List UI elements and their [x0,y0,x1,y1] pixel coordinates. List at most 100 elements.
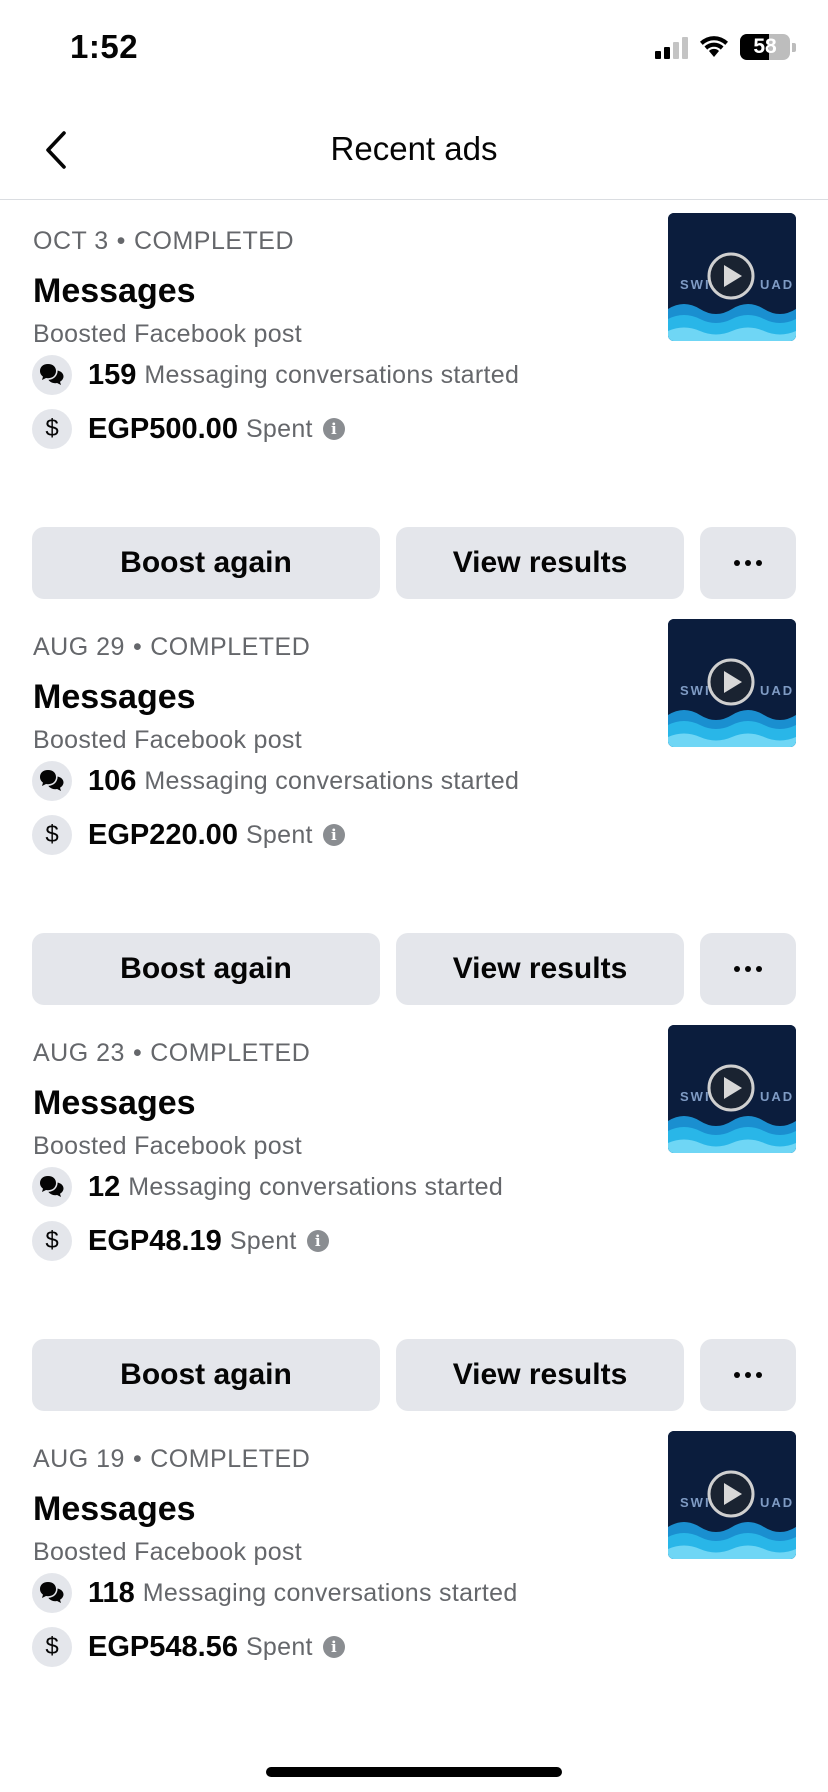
ad-actions: Boost again View results [32,1339,796,1411]
ad-card[interactable]: AUG 19 • COMPLETED Messages Boosted Facebo… [32,1411,796,1745]
info-icon[interactable]: i [322,1636,345,1658]
separator-dot: • [132,1445,143,1473]
view-results-button[interactable]: View results [396,527,684,599]
spent-label: Spent [245,414,313,443]
ad-subtitle: Boosted Facebook post [33,726,302,754]
conversations-label: Messaging conversations started [144,766,520,795]
ad-title: Messages [33,272,196,310]
battery-nub [792,42,796,52]
ad-subtitle: Boosted Facebook post [33,1538,302,1566]
ad-date: AUG 19 [33,1445,125,1473]
conversations-label: Messaging conversations started [128,1172,504,1201]
view-results-button[interactable]: View results [396,933,684,1005]
ad-thumbnail[interactable]: SWI UAD [668,1025,796,1153]
ad-thumbnail[interactable]: SWI UAD [668,213,796,341]
conversations-count: 106 [88,764,137,797]
more-dots-icon [734,1372,762,1378]
svg-text:UAD: UAD [760,277,794,292]
svg-text:SWI: SWI [680,1495,711,1510]
spent-label: Spent [229,1226,297,1255]
ads-list[interactable]: Boost again View results OCT 3•COMPLETED… [0,201,828,1792]
ad-title: Messages [33,1490,196,1528]
conversations-stat: 118 Messaging conversations started [32,1573,518,1613]
separator-dot: • [132,633,143,661]
home-indicator[interactable] [266,1767,562,1777]
ad-meta: OCT 3 • COMPLETED [33,227,294,256]
spent-stat: $ EGP48.19 Spent i [32,1221,329,1261]
ad-card[interactable]: AUG 29 • COMPLETED Messages Boosted Facebo… [32,599,796,933]
svg-text:UAD: UAD [760,1495,794,1510]
ad-thumbnail[interactable]: SWI UAD [668,619,796,747]
battery-level: 58 [753,35,777,58]
ad-title: Messages [33,1084,196,1122]
spent-amount: EGP48.19 [88,1224,222,1257]
boost-again-button[interactable]: Boost again [32,527,380,599]
info-icon[interactable]: i [322,824,345,846]
svg-text:SWI: SWI [680,1089,711,1104]
more-options-button[interactable] [700,527,796,599]
conversations-stat: 12 Messaging conversations started [32,1167,503,1207]
more-options-button[interactable] [700,1339,796,1411]
status-bar: 1:52 58 [0,0,828,100]
spent-label: Spent [245,820,313,849]
conversations-stat: 159 Messaging conversations started [32,355,519,395]
svg-text:SWI: SWI [680,277,711,292]
ad-meta: AUG 29 • COMPLETED [33,633,310,662]
separator-dot: • [132,1039,143,1067]
more-dots-icon [734,560,762,566]
more-options-button[interactable] [700,933,796,1005]
ad-thumbnail[interactable]: SWI UAD [668,1431,796,1559]
spent-amount: EGP548.56 [88,1630,238,1663]
svg-text:UAD: UAD [760,683,794,698]
conversations-count: 12 [88,1170,121,1203]
conversations-count: 159 [88,358,137,391]
svg-text:SWI: SWI [680,683,711,698]
status-icons: 58 [655,34,796,60]
more-dots-icon [734,966,762,972]
boost-again-button[interactable]: Boost again [32,1339,380,1411]
spent-amount: EGP500.00 [88,412,238,445]
battery-icon: 58 [740,34,790,60]
ad-card[interactable]: AUG 23 • COMPLETED Messages Boosted Facebo… [32,1005,796,1339]
info-icon[interactable]: i [306,1230,329,1252]
ad-actions: Boost again View results [32,527,796,599]
conversations-label: Messaging conversations started [142,1578,518,1607]
conversations-label: Messaging conversations started [144,360,520,389]
ad-status: COMPLETED [133,227,295,255]
ad-meta: AUG 23 • COMPLETED [33,1039,310,1068]
page-title: Recent ads [330,130,498,167]
ad-status: COMPLETED [150,1039,311,1067]
ad-date: OCT 3 [33,227,109,255]
nav-bar: Recent ads [0,100,828,200]
chat-bubbles-icon [32,1167,72,1207]
spent-label: Spent [245,1632,313,1661]
wifi-icon [700,36,728,57]
ads-list-content: Boost again View results OCT 3•COMPLETED… [0,201,828,1745]
info-icon[interactable]: i [322,418,345,440]
chat-bubbles-icon [32,761,72,801]
svg-text:UAD: UAD [760,1089,794,1104]
ad-actions: Boost again View results [32,933,796,1005]
conversations-stat: 106 Messaging conversations started [32,761,519,801]
chat-bubbles-icon [32,355,72,395]
ad-date: AUG 29 [33,633,125,661]
ad-status: COMPLETED [150,633,311,661]
status-time: 1:52 [70,28,139,65]
dollar-icon: $ [32,1221,72,1261]
dollar-icon: $ [32,1627,72,1667]
separator-dot: • [116,227,126,255]
spent-amount: EGP220.00 [88,818,238,851]
dollar-icon: $ [32,815,72,855]
spent-stat: $ EGP548.56 Spent i [32,1627,345,1667]
ad-status: COMPLETED [150,1445,311,1473]
signal-icon [655,35,688,59]
spent-stat: $ EGP500.00 Spent i [32,409,345,449]
chat-bubbles-icon [32,1573,72,1613]
ad-subtitle: Boosted Facebook post [33,320,302,348]
boost-again-button[interactable]: Boost again [32,933,380,1005]
conversations-count: 118 [88,1576,135,1609]
ad-card[interactable]: OCT 3 • COMPLETED Messages Boosted Faceboo… [32,201,796,527]
view-results-button[interactable]: View results [396,1339,684,1411]
ad-title: Messages [33,678,196,716]
ad-subtitle: Boosted Facebook post [33,1132,302,1160]
